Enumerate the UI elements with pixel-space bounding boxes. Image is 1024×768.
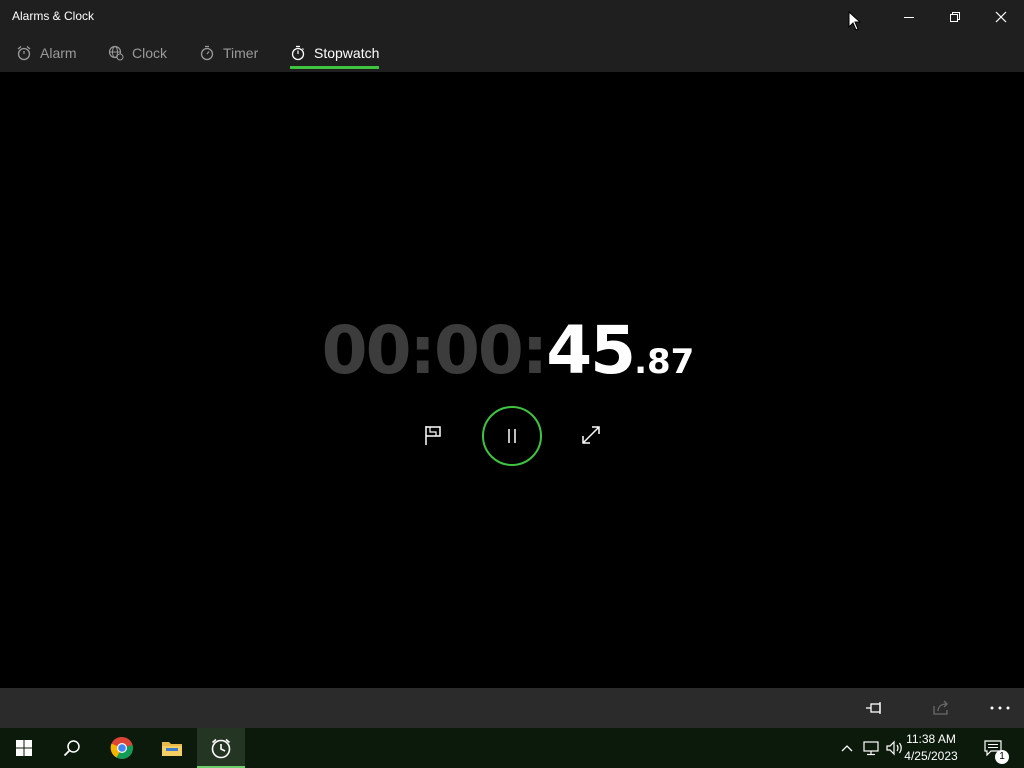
start-icon (16, 740, 32, 756)
chrome-icon (110, 736, 133, 759)
network-button[interactable] (860, 728, 882, 768)
more-icon (990, 706, 1010, 710)
taskbar: 11:38 AM 4/25/2023 (0, 728, 1024, 768)
pause-button[interactable] (482, 406, 542, 466)
expand-button[interactable] (576, 420, 606, 450)
tab-stopwatch[interactable]: Stopwatch (290, 34, 380, 72)
alarm-icon (16, 45, 32, 61)
separator: : (521, 312, 548, 389)
minimize-icon (904, 17, 914, 18)
timer-icon (199, 45, 215, 61)
tray-overflow-button[interactable] (838, 728, 856, 768)
file-explorer-icon (162, 742, 182, 756)
tab-label: Timer (223, 45, 259, 61)
tab-clock[interactable]: Clock (108, 34, 167, 72)
minimize-button[interactable] (886, 0, 932, 34)
pin-button[interactable] (851, 688, 897, 728)
close-button[interactable] (978, 0, 1024, 34)
hours-digits: 00 (321, 312, 412, 389)
chrome-button[interactable] (98, 728, 146, 768)
stopwatch-icon (290, 45, 306, 61)
tab-label: Clock (132, 45, 168, 61)
restore-icon (950, 12, 960, 22)
title-bar: Alarms & Clock (0, 0, 1024, 34)
search-button[interactable] (48, 728, 96, 768)
network-icon (863, 741, 879, 756)
alarms-app-button[interactable] (197, 728, 245, 768)
tab-timer[interactable]: Timer (199, 34, 258, 72)
minutes-digits: 00 (433, 312, 524, 389)
pause-icon (508, 429, 516, 443)
decimal-point: . (634, 342, 647, 382)
globe-clock-icon (108, 45, 124, 61)
share-button[interactable] (918, 688, 964, 728)
chevron-up-icon (841, 745, 853, 752)
window-title: Alarms & Clock (12, 9, 95, 23)
restore-button[interactable] (932, 0, 978, 34)
stopwatch-display: 00:00:45.87 (0, 312, 1020, 389)
stopwatch-pane: 00:00:45.87 (0, 72, 1024, 688)
active-tab-indicator (290, 66, 380, 69)
tab-bar: Alarm Clock Timer Stopwatch (0, 34, 1024, 72)
tab-label: Alarm (40, 45, 77, 61)
notification-count-badge: 1 (995, 750, 1009, 764)
start-button[interactable] (0, 728, 48, 768)
file-explorer-button[interactable] (148, 728, 196, 768)
command-bar (0, 688, 1024, 728)
pin-icon (866, 702, 881, 714)
hundredths-digits: 87 (646, 342, 695, 382)
expand-icon (582, 426, 600, 444)
share-icon (933, 700, 948, 715)
separator: : (409, 312, 436, 389)
taskbar-time[interactable]: 11:38 AM (896, 732, 966, 746)
lap-button[interactable] (418, 420, 448, 450)
seconds-digits: 45 (546, 312, 636, 389)
more-button[interactable] (977, 688, 1023, 728)
tab-alarm[interactable]: Alarm (16, 34, 77, 72)
alarms-app-icon (211, 738, 231, 759)
search-icon (63, 740, 80, 757)
tab-label: Stopwatch (314, 45, 380, 61)
mouse-cursor-icon (848, 11, 862, 31)
taskbar-date[interactable]: 4/25/2023 (896, 749, 966, 763)
close-icon (995, 11, 1007, 23)
lap-flag-icon (425, 426, 441, 445)
